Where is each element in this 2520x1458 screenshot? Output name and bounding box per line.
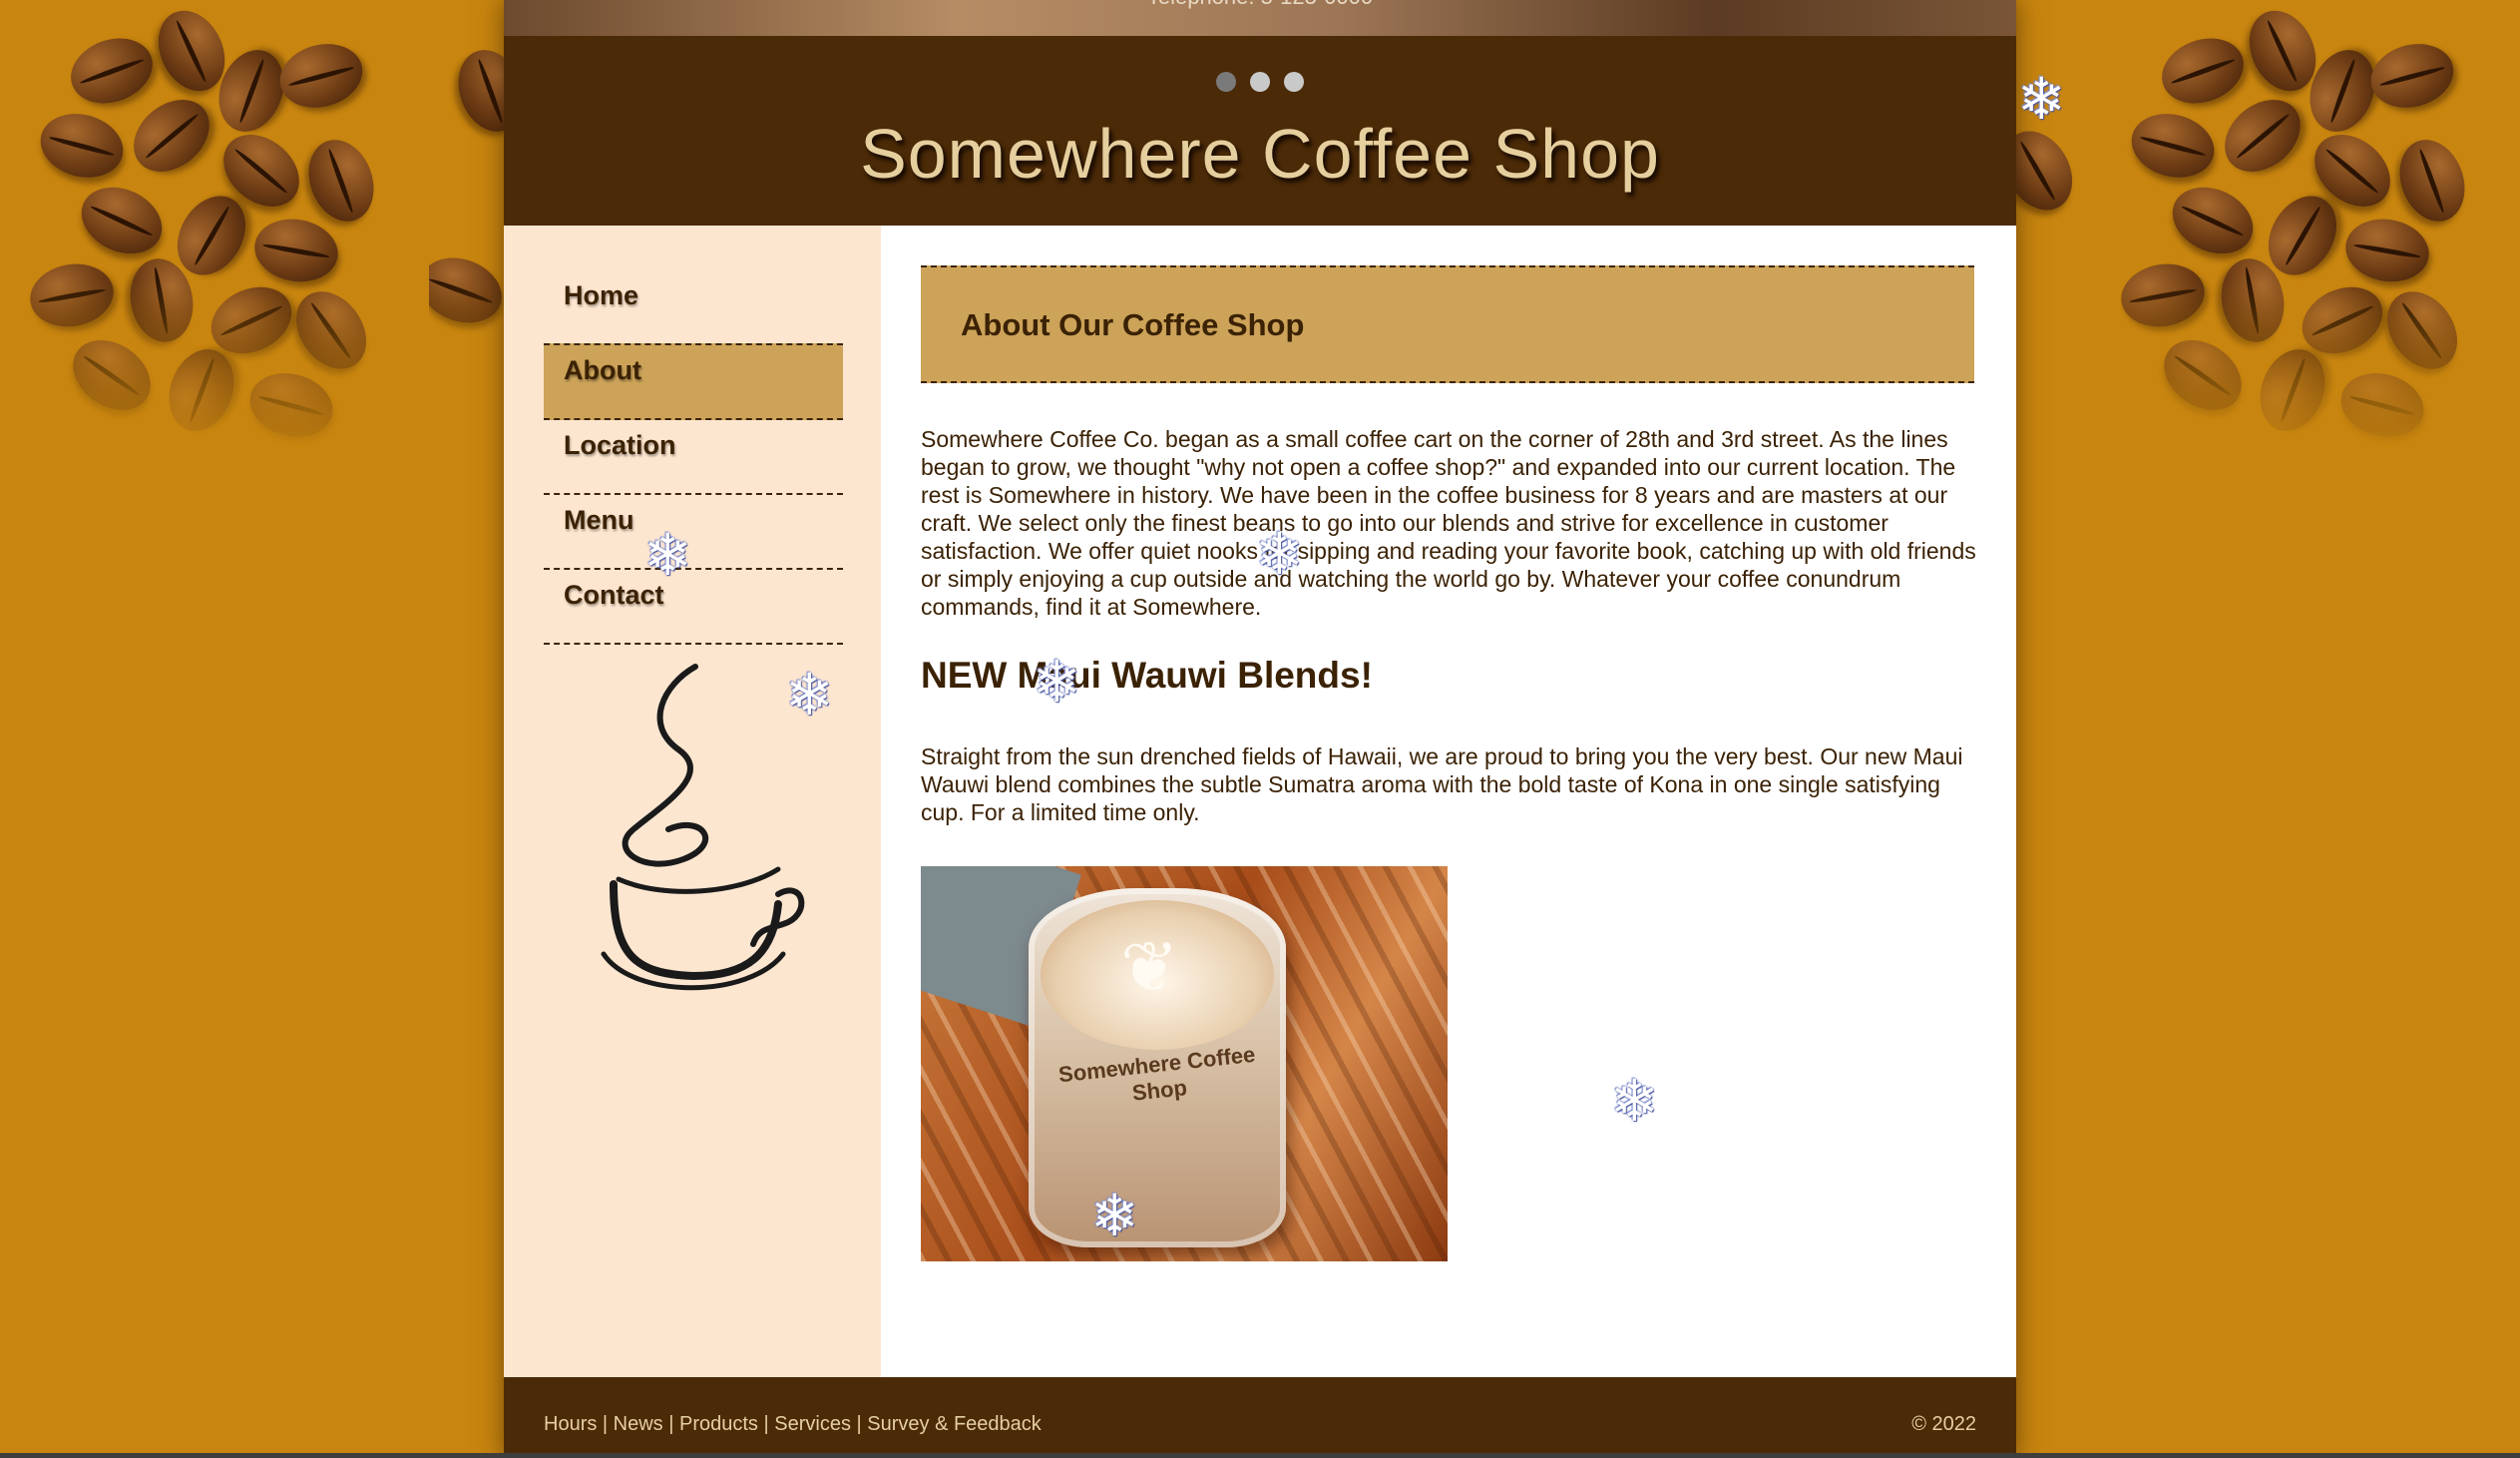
sidebar: Home About Location Menu Contact xyxy=(504,226,881,1377)
snowflake-icon: ❄ xyxy=(1255,522,1304,587)
site-header: Somewhere Coffee Shop xyxy=(504,36,2016,226)
copyright: © 2022 xyxy=(1911,1413,1976,1435)
latte-photo: ❦ Somewhere Coffee Shop xyxy=(921,866,1448,1261)
coffee-beans-decoration-right xyxy=(2091,0,2520,469)
news-heading: NEW Maui Wauwi Blends! xyxy=(921,655,1373,696)
nav-item-about[interactable]: About xyxy=(544,343,843,420)
snowflake-icon: ❄ xyxy=(643,523,692,588)
slide-indicator-1[interactable] xyxy=(1216,72,1236,92)
coffee-beans-decoration-left-edge xyxy=(429,0,504,469)
site-title: Somewhere Coffee Shop xyxy=(860,115,1660,193)
phone-banner: Telephone: 5-123-0000 xyxy=(504,0,2016,10)
footer-link-services[interactable]: Services xyxy=(774,1413,851,1435)
slide-indicator-2[interactable] xyxy=(1250,72,1270,92)
main-content: About Our Coffee Shop Somewhere Coffee C… xyxy=(881,226,2016,1377)
snowflake-icon: ❄ xyxy=(785,663,834,728)
snowflake-icon: ❄ xyxy=(1610,1069,1659,1134)
about-paragraph: Somewhere Coffee Co. began as a small co… xyxy=(921,426,1976,620)
snowflake-icon: ❄ xyxy=(1033,650,1081,715)
footer-separator: | xyxy=(597,1413,614,1435)
section-title-box: About Our Coffee Shop xyxy=(921,265,1974,383)
site-container: Telephone: 5-123-0000 Somewhere Coffee S… xyxy=(504,0,2016,1458)
snowflake-icon: ❄ xyxy=(2017,67,2066,132)
footer-separator: | xyxy=(757,1413,775,1435)
footer-link-products[interactable]: Products xyxy=(679,1413,758,1435)
coffee-cup-icon xyxy=(601,664,805,991)
nav-item-menu[interactable]: Menu xyxy=(544,495,843,570)
slide-indicator-3[interactable] xyxy=(1284,72,1304,92)
slideshow-indicators xyxy=(504,72,2016,97)
header-photo-strip: Telephone: 5-123-0000 xyxy=(504,0,2016,36)
footer-link-hours[interactable]: Hours xyxy=(544,1413,597,1435)
footer-link-news[interactable]: News xyxy=(614,1413,663,1435)
latte-art-heart: ❦ xyxy=(1120,928,1179,1006)
snowflake-icon: ❄ xyxy=(1090,1184,1139,1248)
site-footer: Hours | News | Products | Services | Sur… xyxy=(504,1377,2016,1458)
main-nav: Home About Location Menu Contact xyxy=(544,270,843,645)
nav-item-contact[interactable]: Contact xyxy=(544,570,843,645)
nav-item-home[interactable]: Home xyxy=(544,270,843,345)
nav-item-location[interactable]: Location xyxy=(544,420,843,495)
browser-bottom-edge xyxy=(0,1453,2520,1458)
coffee-beans-decoration-left xyxy=(0,0,429,469)
footer-separator: | xyxy=(662,1413,679,1435)
footer-link-survey[interactable]: Survey & Feedback xyxy=(867,1413,1042,1435)
news-paragraph: Straight from the sun drenched fields of… xyxy=(921,743,1963,825)
section-title: About Our Coffee Shop xyxy=(961,307,1305,342)
footer-separator: | xyxy=(850,1413,868,1435)
footer-links: Hours | News | Products | Services | Sur… xyxy=(544,1413,1042,1436)
